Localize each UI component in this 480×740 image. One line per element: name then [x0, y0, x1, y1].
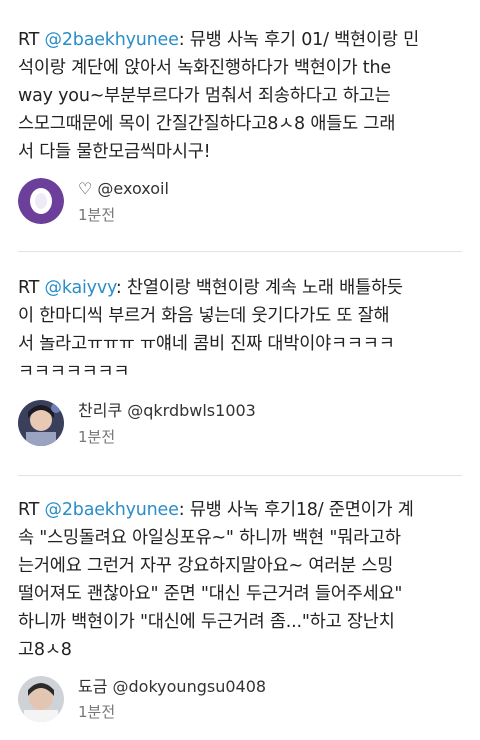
retweet-prefix: RT	[18, 500, 45, 520]
mention-link[interactable]: @2baekhyunee	[45, 500, 179, 520]
avatar[interactable]	[18, 676, 64, 722]
author-handle[interactable]: ♡ @exoxoil	[78, 179, 169, 199]
tweet-text: RT @2baekhyunee: 뮤뱅 사녹 후기18/ 준면이가 계 속 "스…	[18, 496, 466, 664]
mention-link[interactable]: @kaiyvy	[45, 278, 117, 298]
timestamp: 1분전	[78, 206, 116, 224]
timestamp: 1분전	[78, 703, 116, 721]
tweet-item[interactable]: RT @2baekhyunee: 뮤뱅 사녹 후기18/ 준면이가 계 속 "스…	[0, 476, 480, 740]
tweet-item[interactable]: RT @2baekhyunee: 뮤뱅 사녹 후기 01/ 백현이랑 민 석이랑…	[0, 0, 480, 252]
tweet-body: : 뮤뱅 사녹 후기18/ 준면이가 계 속 "스밍돌려요 아일싱포유~" 하니…	[18, 500, 414, 660]
author-handle[interactable]: 됴금 @dokyoungsu0408	[78, 677, 266, 697]
mention-link[interactable]: @2baekhyunee	[45, 30, 179, 50]
tweet-item[interactable]: RT @kaiyvy: 찬열이랑 백현이랑 계속 노래 배틀하듯 이 한마디씩 …	[0, 252, 480, 476]
avatar[interactable]	[18, 178, 64, 224]
tweet-feed: RT @2baekhyunee: 뮤뱅 사녹 후기 01/ 백현이랑 민 석이랑…	[0, 0, 480, 740]
avatar[interactable]	[18, 400, 64, 446]
author-handle[interactable]: 찬리쿠 @qkrdbwls1003	[78, 401, 256, 421]
tweet-text: RT @2baekhyunee: 뮤뱅 사녹 후기 01/ 백현이랑 민 석이랑…	[18, 26, 466, 166]
retweet-prefix: RT	[18, 30, 45, 50]
tweet-text: RT @kaiyvy: 찬열이랑 백현이랑 계속 노래 배틀하듯 이 한마디씩 …	[18, 274, 466, 386]
timestamp: 1분전	[78, 428, 116, 446]
retweet-prefix: RT	[18, 278, 45, 298]
